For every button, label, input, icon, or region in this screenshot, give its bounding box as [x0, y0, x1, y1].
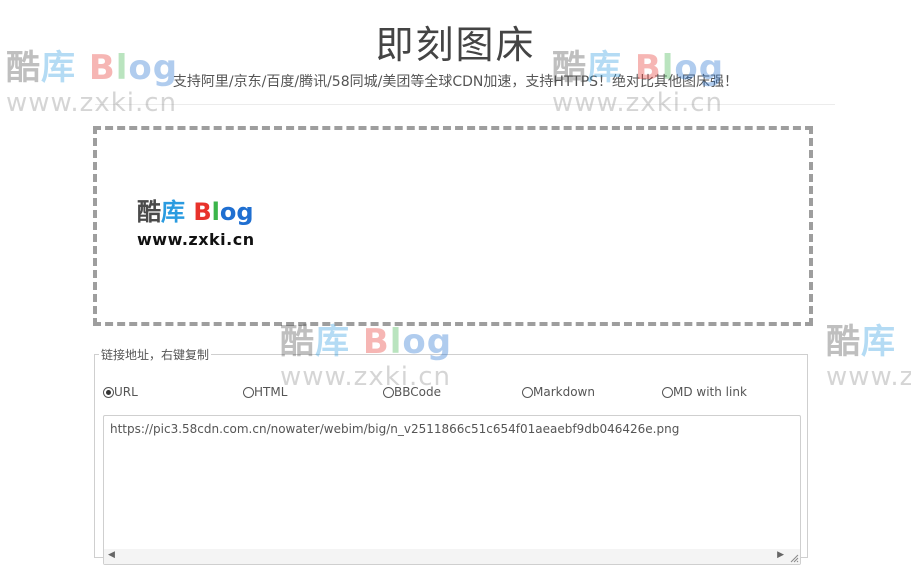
upload-dropzone[interactable]: 酷库 Blog www.zxki.cn [93, 126, 813, 326]
resize-handle-icon[interactable] [786, 549, 800, 564]
watermark-4: 酷库 www.zxki.cn [826, 322, 911, 392]
radio-icon[interactable] [383, 386, 394, 398]
page-title: 即刻图床 [375, 23, 536, 67]
format-radio-url[interactable]: URL [103, 385, 138, 399]
uploaded-image-preview: 酷库 Blog www.zxki.cn [137, 198, 255, 249]
radio-icon[interactable] [522, 386, 533, 398]
logo-url: www.zxki.cn [137, 230, 255, 249]
logo-blog-g: g [236, 198, 254, 226]
scroll-left-icon[interactable]: ◀ [108, 550, 115, 560]
link-legend: 链接地址，右键复制 [101, 348, 210, 362]
link-output-panel: 链接地址，右键复制 URL HTML BBCode Markdown MD wi… [94, 346, 808, 565]
horizontal-scrollbar[interactable]: ◀ ▶ [104, 549, 786, 564]
radio-icon[interactable] [662, 386, 673, 398]
format-radio-md-with-link[interactable]: MD with link [662, 385, 747, 399]
page-subtitle: 支持阿里/京东/百度/腾讯/58同城/美团等全球CDN加速，支持HTTPS！绝对… [172, 74, 739, 90]
logo-blog-l: l [211, 198, 220, 226]
header-divider [95, 104, 835, 105]
format-selector: URL HTML BBCode Markdown MD with link [101, 385, 801, 401]
logo-text-1: 酷 [137, 198, 161, 226]
format-radio-html[interactable]: HTML [243, 385, 287, 399]
link-output-textarea[interactable]: https://pic3.58cdn.com.cn/nowater/webim/… [103, 415, 801, 565]
scroll-right-icon[interactable]: ▶ [777, 550, 784, 560]
logo-blog-b: B [193, 198, 212, 226]
logo-text-2: 库 [161, 198, 185, 226]
format-radio-bbcode[interactable]: BBCode [383, 385, 441, 399]
radio-icon[interactable] [243, 386, 254, 398]
format-radio-markdown[interactable]: Markdown [522, 385, 595, 399]
logo-blog-o: o [219, 198, 237, 226]
radio-icon[interactable] [103, 386, 114, 398]
